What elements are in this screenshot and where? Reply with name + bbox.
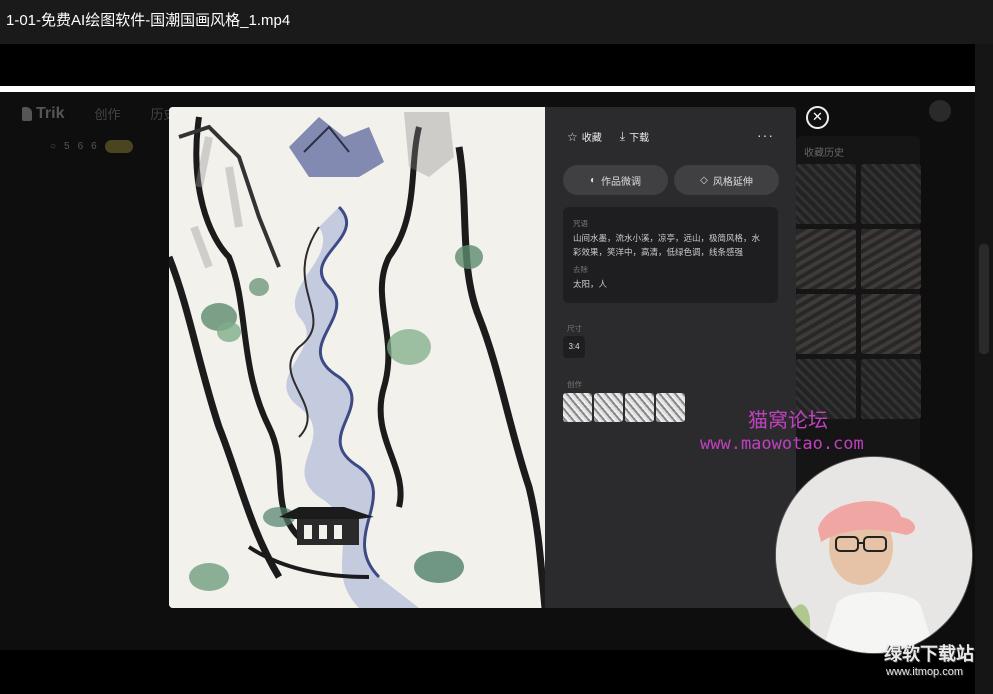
- forum-watermark: 猫窝论坛: [748, 408, 828, 432]
- window-titlebar: 1-01-免费AI绘图软件-国潮国画风格_1.mp4: [0, 0, 993, 44]
- user-avatar[interactable]: [929, 100, 951, 122]
- star-icon: ☆: [567, 129, 578, 144]
- history-thumbnail[interactable]: [796, 294, 856, 354]
- download-label: 下载: [629, 133, 650, 144]
- work-thumbnail[interactable]: [625, 393, 654, 422]
- history-thumbnail[interactable]: [861, 164, 921, 224]
- app-toolbar: ○ 5 6 6: [50, 140, 134, 153]
- download-button[interactable]: ⤓ 下载: [620, 129, 649, 144]
- history-thumbnail[interactable]: [861, 229, 921, 289]
- half-circle-icon: ◐: [589, 174, 597, 186]
- logo-icon: [22, 106, 32, 121]
- toolbar-item[interactable]: 5: [64, 141, 70, 152]
- style-transfer-label: 风格延伸: [712, 176, 753, 188]
- forum-url-watermark: www.maowotao.com: [700, 434, 864, 454]
- app-logo-text: Trik: [36, 104, 65, 122]
- negative-prompt-text[interactable]: 太阳，人: [573, 277, 768, 291]
- toolbar-badge[interactable]: [104, 140, 134, 153]
- site-url-watermark: www.itmop.com: [886, 666, 964, 678]
- download-icon: ⤓: [619, 129, 626, 143]
- work-thumbnail[interactable]: [563, 393, 592, 422]
- presenter-image: [776, 457, 972, 653]
- artwork-actions: ☆ 收藏 ⤓ 下载: [567, 129, 649, 144]
- close-icon: ✕: [812, 109, 823, 124]
- site-watermark: 绿软下载站: [884, 644, 974, 664]
- fine-tune-button[interactable]: ◐ 作品微调: [563, 165, 668, 195]
- prompt-text[interactable]: 山间水墨，流水小溪，凉亭，远山，极简风格，水彩效果，笑洋中，高清，低绿色调，线条…: [573, 231, 768, 259]
- diamond-icon: ◇: [700, 174, 708, 186]
- artwork-tools: ◐ 作品微调 ◇ 风格延伸: [563, 165, 779, 195]
- favorite-button[interactable]: ☆ 收藏: [567, 129, 602, 145]
- fine-tune-label: 作品微调: [601, 176, 642, 188]
- history-thumbnail[interactable]: [861, 359, 921, 419]
- webcam-overlay: [775, 456, 973, 654]
- window-title: 1-01-免费AI绘图软件-国潮国画风格_1.mp4: [6, 12, 291, 29]
- artwork-image[interactable]: [169, 107, 545, 608]
- favorite-label: 收藏: [581, 133, 602, 144]
- scrollbar[interactable]: [975, 44, 993, 694]
- artwork-modal: ☆ 收藏 ⤓ 下载 ··· ◐ 作品微调 ◇ 风格延伸 咒语 山间水墨，流水小溪，凉亭，…: [169, 107, 796, 608]
- prompt-label: 咒语: [573, 219, 588, 228]
- work-thumbnail[interactable]: [656, 393, 685, 422]
- works-label: 创作: [567, 380, 582, 389]
- size-label: 尺寸: [567, 324, 582, 333]
- toolbar-icon: ○: [50, 141, 57, 152]
- works-thumbnails: [563, 393, 685, 422]
- more-options-button[interactable]: ···: [757, 127, 774, 143]
- history-thumbnail[interactable]: [796, 164, 856, 224]
- prompt-box: 咒语 山间水墨，流水小溪，凉亭，远山，极简风格，水彩效果，笑洋中，高清，低绿色调…: [563, 207, 778, 303]
- app-logo: Trik: [22, 105, 64, 123]
- negative-prompt-label: 去除: [573, 265, 588, 274]
- nav-item-create[interactable]: 创作: [94, 104, 120, 123]
- style-transfer-button[interactable]: ◇ 风格延伸: [674, 165, 779, 195]
- toolbar-item[interactable]: 6: [78, 141, 84, 152]
- scrollbar-thumb[interactable]: [979, 244, 989, 354]
- size-value: 3:4: [563, 336, 585, 358]
- ink-painting: [169, 107, 545, 608]
- app-nav: Trik 创作 历史: [22, 104, 177, 123]
- history-thumbnail[interactable]: [796, 229, 856, 289]
- work-thumbnail[interactable]: [594, 393, 623, 422]
- history-grid: [796, 164, 921, 419]
- history-title: 收藏历史: [804, 148, 844, 159]
- history-thumbnail[interactable]: [861, 294, 921, 354]
- close-button[interactable]: ✕: [806, 106, 829, 129]
- artwork-details: ☆ 收藏 ⤓ 下载 ··· ◐ 作品微调 ◇ 风格延伸 咒语 山间水墨，流水小溪，凉亭，…: [545, 107, 796, 608]
- toolbar-item[interactable]: 6: [91, 141, 97, 152]
